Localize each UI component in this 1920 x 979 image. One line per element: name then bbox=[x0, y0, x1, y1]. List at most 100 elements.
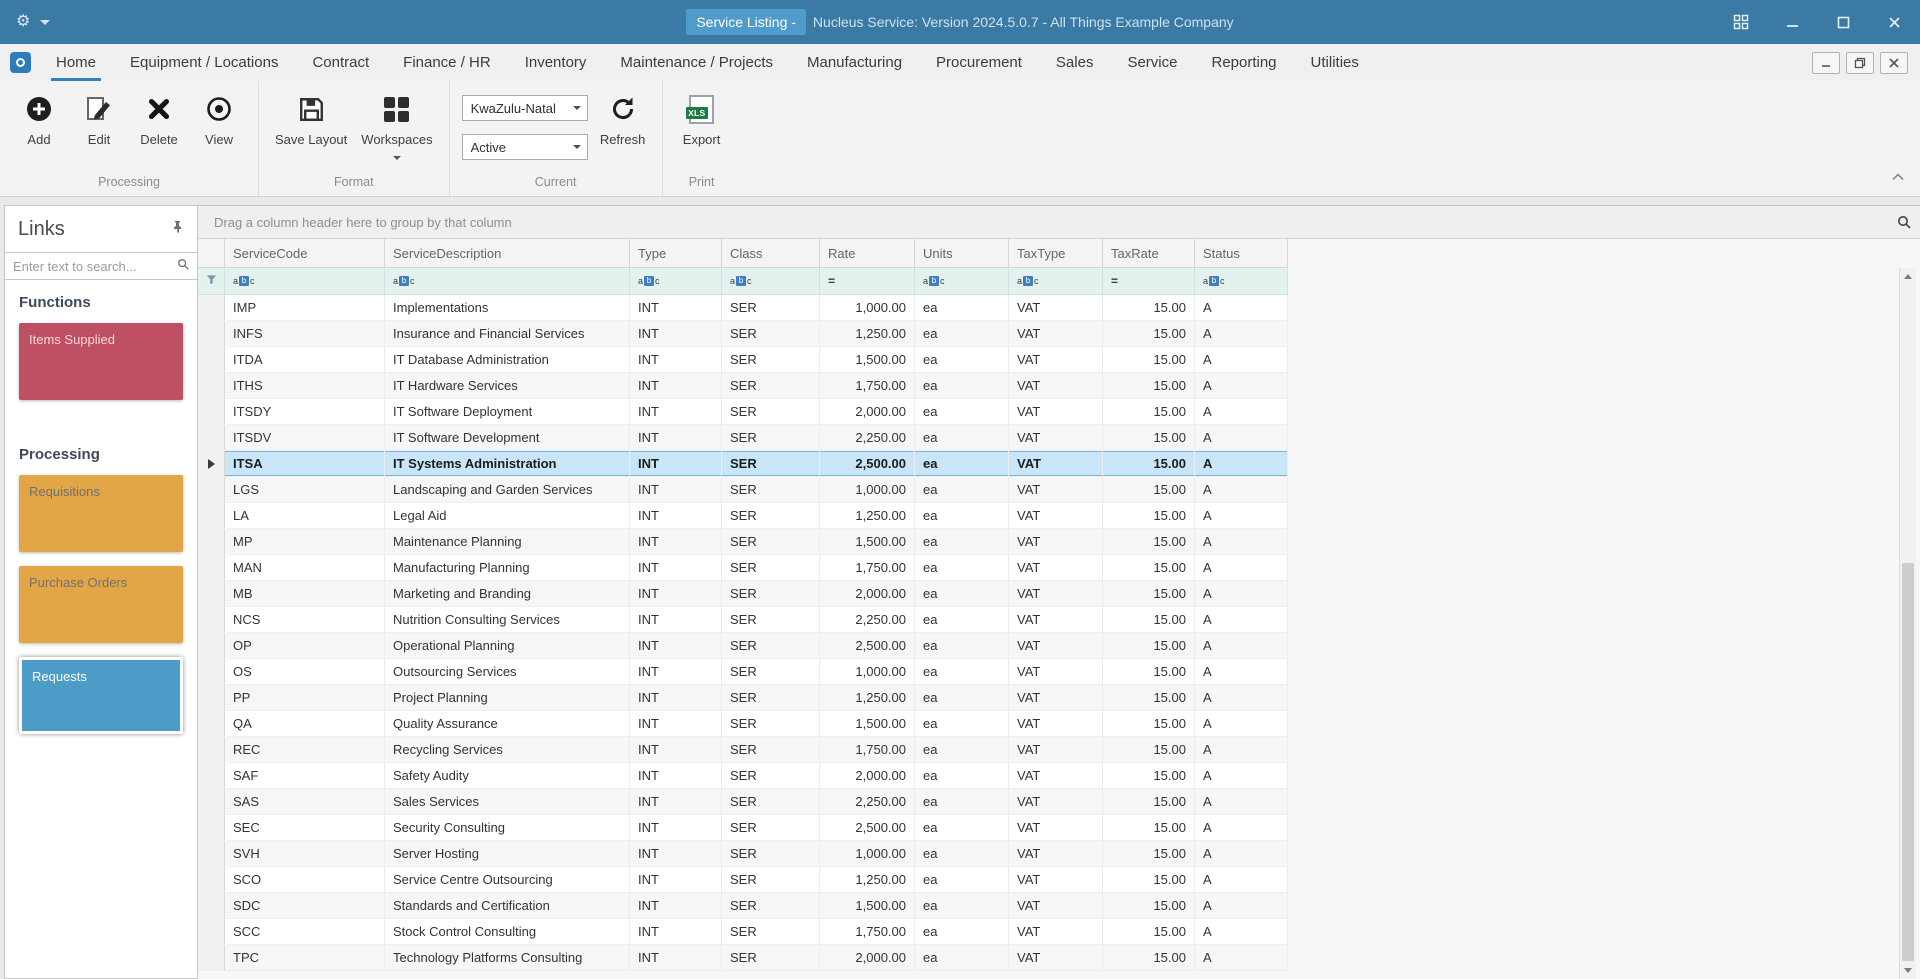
filter-cell-taxtype[interactable]: abc bbox=[1009, 268, 1103, 294]
child-close-button[interactable] bbox=[1880, 51, 1908, 74]
ribbon-tab-home[interactable]: Home bbox=[39, 44, 113, 81]
table-row-man[interactable]: MAN Manufacturing Planning INT SER 1,750.00 e… bbox=[198, 555, 1288, 581]
cell-taxtype: VAT bbox=[1009, 555, 1103, 580]
table-row-sec[interactable]: SEC Security Consulting INT SER 2,500.00 ea VA… bbox=[198, 815, 1288, 841]
workspaces-button[interactable]: Workspaces bbox=[357, 86, 436, 160]
filter-cell-type[interactable]: abc bbox=[630, 268, 722, 294]
cell-servicedescription: Sales Services bbox=[385, 789, 630, 814]
search-icon[interactable] bbox=[177, 257, 189, 275]
column-header-units[interactable]: Units bbox=[915, 239, 1009, 267]
table-row-iths[interactable]: ITHS IT Hardware Services INT SER 1,750.00 ea… bbox=[198, 373, 1288, 399]
ribbon-tab-equipment-locations[interactable]: Equipment / Locations bbox=[113, 44, 295, 81]
ribbon-tab-finance-hr[interactable]: Finance / HR bbox=[386, 44, 508, 81]
filter-cell-servicecode[interactable]: abc bbox=[225, 268, 385, 294]
status-select-caret-icon[interactable] bbox=[567, 135, 587, 159]
ribbon-tab-contract[interactable]: Contract bbox=[295, 44, 386, 81]
view-button[interactable]: View bbox=[192, 86, 246, 147]
region-select-caret-icon[interactable] bbox=[567, 96, 587, 120]
titlebar-dropdown-caret-icon[interactable] bbox=[40, 19, 51, 25]
scrollbar-thumb[interactable] bbox=[1902, 562, 1914, 961]
settings-gear-icon[interactable]: ⚙ bbox=[16, 14, 30, 30]
ribbon-tab-sales[interactable]: Sales bbox=[1039, 44, 1111, 81]
app-logo-icon[interactable] bbox=[10, 52, 31, 73]
sidebar-button-requisitions[interactable]: Requisitions bbox=[19, 475, 183, 552]
table-row-sdc[interactable]: SDC Standards and Certification INT SER 1,50… bbox=[198, 893, 1288, 919]
child-restore-button[interactable] bbox=[1846, 51, 1874, 74]
cell-class: SER bbox=[722, 373, 820, 398]
filter-cell-units[interactable]: abc bbox=[915, 268, 1009, 294]
add-button[interactable]: Add bbox=[12, 86, 66, 147]
table-row-pp[interactable]: PP Project Planning INT SER 1,250.00 ea VAT 15.… bbox=[198, 685, 1288, 711]
filter-cell-servicedescription[interactable]: abc bbox=[385, 268, 630, 294]
table-row-infs[interactable]: INFS Insurance and Financial Services INT S… bbox=[198, 321, 1288, 347]
filter-cell-rate[interactable]: = bbox=[820, 268, 915, 294]
sidebar-button-requests[interactable]: Requests bbox=[19, 657, 183, 734]
cell-class: SER bbox=[722, 581, 820, 606]
ribbon-tab-reporting[interactable]: Reporting bbox=[1194, 44, 1293, 81]
filter-cell-status[interactable]: abc bbox=[1195, 268, 1288, 294]
group-by-panel[interactable]: Drag a column header here to group by th… bbox=[198, 206, 1920, 239]
delete-button[interactable]: Delete bbox=[132, 86, 186, 147]
column-header-taxtype[interactable]: TaxType bbox=[1009, 239, 1103, 267]
column-header-status[interactable]: Status bbox=[1195, 239, 1288, 267]
column-header-servicecode[interactable]: ServiceCode bbox=[225, 239, 385, 267]
sidebar-button-purchase-orders[interactable]: Purchase Orders bbox=[19, 566, 183, 643]
filter-cell-taxrate[interactable]: = bbox=[1103, 268, 1195, 294]
maximize-window-button[interactable] bbox=[1836, 15, 1851, 30]
table-row-sco[interactable]: SCO Service Centre Outsourcing INT SER 1,250… bbox=[198, 867, 1288, 893]
sidebar-search-input[interactable] bbox=[13, 258, 173, 274]
export-button[interactable]: XLS Export bbox=[675, 86, 729, 147]
table-row-op[interactable]: OP Operational Planning INT SER 2,500.00 ea VA… bbox=[198, 633, 1288, 659]
table-row-ncs[interactable]: NCS Nutrition Consulting Services INT SER 2,… bbox=[198, 607, 1288, 633]
minimize-window-button[interactable] bbox=[1785, 15, 1800, 30]
ribbon-tab-maintenance-projects[interactable]: Maintenance / Projects bbox=[603, 44, 790, 81]
table-row-mp[interactable]: MP Maintenance Planning INT SER 1,500.00 ea VA… bbox=[198, 529, 1288, 555]
table-row-la[interactable]: LA Legal Aid INT SER 1,250.00 ea VAT 15.00 A bbox=[198, 503, 1288, 529]
apps-grid-icon[interactable] bbox=[1733, 14, 1749, 30]
scroll-down-icon[interactable] bbox=[1900, 962, 1916, 979]
table-row-mb[interactable]: MB Marketing and Branding INT SER 2,000.00 ea… bbox=[198, 581, 1288, 607]
table-row-itda[interactable]: ITDA IT Database Administration INT SER 1,50… bbox=[198, 347, 1288, 373]
sidebar-button-items-supplied[interactable]: Items Supplied bbox=[19, 323, 183, 400]
column-header-class[interactable]: Class bbox=[722, 239, 820, 267]
refresh-button[interactable]: Refresh bbox=[596, 86, 650, 160]
grid-search-icon[interactable] bbox=[1897, 215, 1911, 232]
close-window-button[interactable] bbox=[1887, 15, 1902, 30]
table-row-rec[interactable]: REC Recycling Services INT SER 1,750.00 ea VAT… bbox=[198, 737, 1288, 763]
scroll-up-icon[interactable] bbox=[1900, 268, 1916, 285]
column-header-taxrate[interactable]: TaxRate bbox=[1103, 239, 1195, 267]
ribbon-tab-utilities[interactable]: Utilities bbox=[1294, 44, 1376, 81]
filter-cell-class[interactable]: abc bbox=[722, 268, 820, 294]
table-row-imp[interactable]: IMP Implementations INT SER 1,000.00 ea VAT 15.… bbox=[198, 295, 1288, 321]
table-row-tpc[interactable]: TPC Technology Platforms Consulting INT SER… bbox=[198, 945, 1288, 971]
ribbon-tab-inventory[interactable]: Inventory bbox=[508, 44, 604, 81]
ribbon-tab-procurement[interactable]: Procurement bbox=[919, 44, 1039, 81]
collapse-ribbon-button[interactable] bbox=[1892, 168, 1904, 186]
column-header-servicedescription[interactable]: ServiceDescription bbox=[385, 239, 630, 267]
child-minimize-button[interactable] bbox=[1812, 51, 1840, 74]
table-row-os[interactable]: OS Outsourcing Services INT SER 1,000.00 ea VA… bbox=[198, 659, 1288, 685]
row-indicator bbox=[198, 763, 225, 788]
cell-class: SER bbox=[722, 425, 820, 450]
table-row-lgs[interactable]: LGS Landscaping and Garden Services INT SER… bbox=[198, 477, 1288, 503]
table-row-svh[interactable]: SVH Server Hosting INT SER 1,000.00 ea VAT 15.0… bbox=[198, 841, 1288, 867]
cell-type: INT bbox=[630, 347, 722, 372]
save-layout-button[interactable]: Save Layout bbox=[271, 86, 351, 160]
ribbon-tab-manufacturing[interactable]: Manufacturing bbox=[790, 44, 919, 81]
table-row-itsa[interactable]: ITSA IT Systems Administration INT SER 2,500… bbox=[198, 451, 1288, 477]
ribbon-tab-service[interactable]: Service bbox=[1110, 44, 1194, 81]
table-row-itsdv[interactable]: ITSDV IT Software Development INT SER 2,250.… bbox=[198, 425, 1288, 451]
edit-button[interactable]: Edit bbox=[72, 86, 126, 147]
table-row-saf[interactable]: SAF Safety Audity INT SER 2,000.00 ea VAT 15.00… bbox=[198, 763, 1288, 789]
status-select[interactable]: Active bbox=[461, 134, 588, 160]
cell-servicecode: SCO bbox=[225, 867, 385, 892]
table-row-scc[interactable]: SCC Stock Control Consulting INT SER 1,750.0… bbox=[198, 919, 1288, 945]
region-select[interactable]: KwaZulu-Natal bbox=[461, 95, 588, 121]
table-row-qa[interactable]: QA Quality Assurance INT SER 1,500.00 ea VAT 15… bbox=[198, 711, 1288, 737]
column-header-type[interactable]: Type bbox=[630, 239, 722, 267]
vertical-scrollbar[interactable] bbox=[1899, 268, 1916, 979]
pin-icon[interactable] bbox=[171, 220, 184, 238]
column-header-rate[interactable]: Rate bbox=[820, 239, 915, 267]
table-row-itsdy[interactable]: ITSDY IT Software Deployment INT SER 2,000.0… bbox=[198, 399, 1288, 425]
table-row-sas[interactable]: SAS Sales Services INT SER 2,250.00 ea VAT 15.0… bbox=[198, 789, 1288, 815]
